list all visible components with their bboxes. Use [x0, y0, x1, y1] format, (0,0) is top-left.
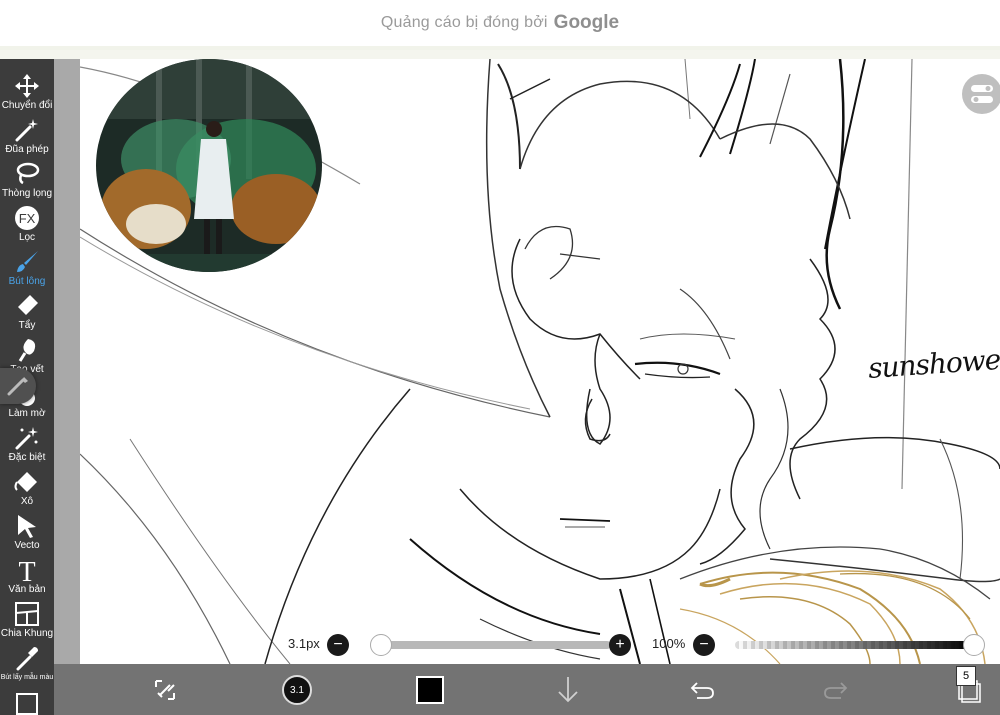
- tool-fill[interactable]: Xô: [0, 467, 54, 511]
- tool-label: Chia Khung: [0, 628, 54, 639]
- quick-tool-handle[interactable]: [0, 368, 36, 404]
- redo-button[interactable]: [818, 664, 854, 715]
- layer-count-badge: 5: [956, 666, 976, 686]
- brush-size-slider[interactable]: [371, 641, 611, 649]
- canvas-rect-icon: [16, 693, 38, 715]
- tool-special[interactable]: Đặc biệt: [0, 423, 54, 467]
- undo-icon: [690, 682, 714, 699]
- tool-transform[interactable]: Chuyển đổi: [0, 71, 54, 115]
- toggle-panel-button[interactable]: [962, 74, 1000, 114]
- tool-label: Chuyển đổi: [1, 100, 53, 111]
- selection-transform-icon: [155, 680, 175, 700]
- tool-eyedropper[interactable]: Bút lấy mẫu màu: [0, 643, 54, 687]
- tool-label: Lọc: [18, 232, 36, 243]
- eyedropper-icon: [16, 647, 38, 671]
- tool-label: Đặc biệt: [8, 452, 46, 463]
- tool-label: Làm mờ: [8, 408, 46, 419]
- cursor-arrow-icon: [18, 515, 36, 538]
- tool-label: Tẩy: [18, 320, 36, 331]
- tool-label: Đũa phép: [5, 144, 49, 155]
- opacity-label: 100%: [652, 636, 686, 651]
- bucket-icon: [14, 472, 37, 492]
- eraser-icon: [18, 295, 38, 315]
- fx-icon: FX: [15, 206, 39, 230]
- tool-sidebar: Chuyển đổi Đũa phép Thòng lọng FX Lọc Bú…: [0, 59, 54, 715]
- canvas-gutter: [54, 59, 80, 715]
- tool-magic-wand[interactable]: Đũa phép: [0, 115, 54, 159]
- ad-banner-brand: Google: [553, 12, 620, 33]
- tool-filter[interactable]: FX Lọc: [0, 203, 54, 247]
- brush-icon: [17, 251, 38, 272]
- undo-button[interactable]: [684, 664, 720, 715]
- text-t-icon: T: [18, 557, 35, 583]
- tool-label: Vecto: [14, 540, 40, 551]
- color-swatch[interactable]: [416, 676, 444, 704]
- brush-size-slider-thumb[interactable]: [370, 634, 392, 656]
- tool-lasso[interactable]: Thòng lọng: [0, 159, 54, 203]
- tool-label: Bút lông: [8, 276, 46, 287]
- tool-label: Bút lấy mẫu màu: [0, 674, 54, 681]
- download-button[interactable]: [550, 664, 586, 715]
- pencil-icon: [7, 377, 28, 396]
- brush-preview[interactable]: 3.1: [282, 675, 312, 705]
- drawing-canvas[interactable]: sunshower: [80, 59, 1000, 664]
- layers-button[interactable]: 5: [950, 664, 990, 715]
- tool-vector[interactable]: Vecto: [0, 511, 54, 555]
- opacity-slider[interactable]: [735, 641, 975, 649]
- move-arrows-icon: [15, 74, 39, 98]
- sparkle-wand-icon: [15, 427, 38, 450]
- tool-canvas[interactable]: [0, 687, 54, 715]
- toggle-switch-icon: [971, 85, 993, 103]
- brush-size-increase-button[interactable]: +: [609, 634, 631, 656]
- opacity-decrease-button[interactable]: −: [693, 634, 715, 656]
- svg-text:T: T: [18, 557, 35, 583]
- bottom-toolbar: 3.1 5: [54, 664, 1000, 715]
- opacity-slider-thumb[interactable]: [963, 634, 985, 656]
- download-arrow-icon: [558, 677, 578, 703]
- tool-frame[interactable]: Chia Khung: [0, 599, 54, 643]
- brush-size-label: 3.1px: [288, 636, 320, 651]
- reference-image[interactable]: [96, 59, 322, 272]
- ad-spacer: [0, 50, 1000, 59]
- tool-label: Thòng lọng: [1, 188, 53, 199]
- tool-brush[interactable]: Bút lông: [0, 247, 54, 291]
- ad-banner-text: Quảng cáo bị đóng bởi: [380, 14, 548, 31]
- ad-banner: Quảng cáo bị đóng bởi Google: [0, 0, 1000, 50]
- magic-wand-icon: [15, 119, 38, 142]
- lasso-icon: [16, 162, 40, 185]
- redo-icon: [824, 682, 848, 699]
- brush-size-decrease-button[interactable]: −: [327, 634, 349, 656]
- tool-text[interactable]: T Văn bản: [0, 555, 54, 599]
- tool-label: Văn bản: [8, 584, 46, 595]
- svg-text:FX: FX: [19, 211, 36, 226]
- tool-eraser[interactable]: Tẩy: [0, 291, 54, 335]
- tool-label: Xô: [20, 496, 34, 507]
- reference-artwork: [96, 59, 322, 272]
- smudge-icon: [18, 339, 36, 362]
- selection-transform-button[interactable]: [146, 664, 186, 715]
- brush-size-badge: 3.1: [290, 685, 304, 696]
- frame-divide-icon: [15, 602, 39, 626]
